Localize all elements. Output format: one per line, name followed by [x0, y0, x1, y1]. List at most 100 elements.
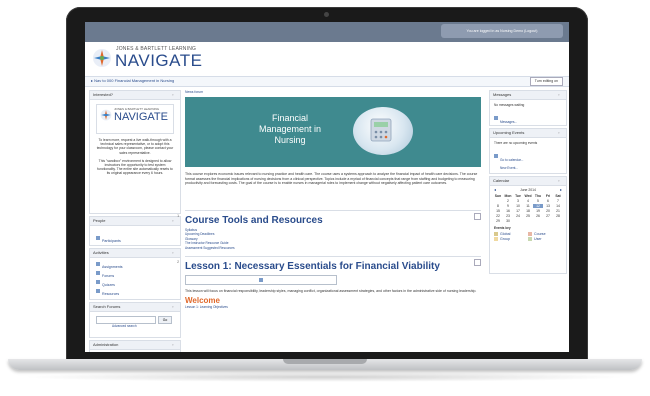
- collapse-icon[interactable]: ▫: [172, 92, 177, 97]
- search-forums-title: Search Forums: [93, 304, 121, 309]
- news-forum-link[interactable]: News forum: [185, 90, 203, 94]
- calendar-day[interactable]: 30: [503, 219, 513, 223]
- calendar-day[interactable]: 4: [523, 199, 533, 203]
- calendar-day[interactable]: 8: [493, 204, 503, 208]
- quiz-icon: [96, 279, 100, 284]
- calendar-dates: 2 3 4 5 6 7 8 9 10 11 12 13 14 15 16 17 18 19 20 21 22 23 24 25…: [490, 198, 566, 223]
- section-title: Lesson 1: Necessary Essentials for Finan…: [185, 261, 440, 272]
- key-label: Course: [534, 231, 546, 236]
- turn-editing-on-button[interactable]: Turn editing on: [529, 77, 563, 86]
- search-forums-input[interactable]: [96, 316, 156, 324]
- main-content: News forum Financial Management in Nursi…: [177, 90, 483, 352]
- calendar-day[interactable]: 3: [513, 199, 523, 203]
- calendar-day[interactable]: 26: [533, 214, 543, 218]
- weekday-label: Thu: [534, 194, 542, 198]
- block-header: Messages ▫: [490, 91, 566, 100]
- messages-empty: No messages waiting: [494, 103, 525, 107]
- play-icon[interactable]: [259, 278, 263, 282]
- collapse-icon[interactable]: ▫: [172, 218, 177, 223]
- calendar-day[interactable]: 6: [543, 199, 553, 203]
- block-header: People ▫: [90, 217, 180, 226]
- block-header: Calendar ▫: [490, 177, 566, 186]
- next-month-icon[interactable]: ▸: [560, 187, 562, 192]
- calendar-day[interactable]: 7: [553, 199, 563, 203]
- events-key-title: Events key: [494, 226, 511, 230]
- weekday-label: Mon: [504, 194, 512, 198]
- calendar-day[interactable]: 22: [493, 214, 503, 218]
- participants-label: Participants: [102, 239, 121, 243]
- activity-label: Forums: [102, 274, 115, 278]
- messages-link[interactable]: Messages...: [490, 108, 566, 130]
- collapse-icon[interactable]: ▫: [558, 130, 563, 135]
- learning-objectives-link[interactable]: Lesson 1: Learning Objectives: [185, 305, 481, 309]
- collapse-icon[interactable]: ▫: [558, 92, 563, 97]
- calendar-day[interactable]: 24: [513, 214, 523, 218]
- forum-icon: [96, 270, 100, 275]
- calendar-day[interactable]: 11: [523, 204, 533, 208]
- collapse-icon[interactable]: ▫: [172, 342, 177, 347]
- calendar-day[interactable]: 15: [493, 209, 503, 213]
- calendar-day[interactable]: 13: [543, 204, 553, 208]
- navigate-logo-icon: [93, 49, 111, 67]
- calendar-day: [523, 219, 533, 223]
- navigation-bar: ▸ Nav to 000 Financial Management in Nur…: [85, 76, 569, 87]
- calendar-day[interactable]: 29: [493, 219, 503, 223]
- calendar-day[interactable]: 9: [503, 204, 513, 208]
- activity-forums[interactable]: Forums: [96, 270, 174, 279]
- participants-link[interactable]: Participants: [90, 226, 180, 250]
- calendar-nav: ◂ June 2014 ▸: [490, 186, 566, 194]
- calendar-day[interactable]: 5: [533, 199, 543, 203]
- activity-resources[interactable]: Resources: [96, 288, 174, 297]
- banner-photo: [353, 107, 413, 155]
- calendar-day[interactable]: 17: [513, 209, 523, 213]
- calendar-day[interactable]: 16: [503, 209, 513, 213]
- go-to-calendar-link[interactable]: Go to calendar...: [490, 146, 566, 166]
- calendar-day: [553, 219, 563, 223]
- calendar-day[interactable]: 12: [533, 204, 543, 208]
- calendar-day[interactable]: 27: [543, 214, 553, 218]
- assessment-resources-link[interactable]: Assessment Suggested Resources: [185, 246, 481, 250]
- key-course[interactable]: Course: [528, 232, 562, 236]
- calendar-day[interactable]: 28: [553, 214, 563, 218]
- events-empty: There are no upcoming events: [494, 141, 538, 145]
- messages-block: Messages ▫ No messages waiting Messages..…: [489, 90, 567, 126]
- activity-assignments[interactable]: Assignments: [96, 261, 174, 270]
- calendar-day[interactable]: 20: [543, 209, 553, 213]
- new-event-link[interactable]: New Event...: [490, 166, 566, 170]
- key-label: Global: [500, 231, 511, 236]
- calendar-day[interactable]: 21: [553, 209, 563, 213]
- section-number: 1: [177, 213, 180, 218]
- block-header: Activities ▫: [90, 249, 180, 258]
- key-user[interactable]: User: [528, 237, 562, 241]
- brand-title: NAVIGATE: [115, 51, 203, 70]
- calendar-day[interactable]: 2: [503, 199, 513, 203]
- search-go-button[interactable]: Go: [158, 316, 172, 324]
- collapse-icon[interactable]: ▫: [558, 178, 563, 183]
- banner-title: Financial Management in Nursing: [258, 113, 322, 145]
- calendar-day[interactable]: 25: [523, 214, 533, 218]
- video-player[interactable]: [185, 275, 337, 285]
- collapse-icon[interactable]: ▫: [172, 250, 177, 255]
- section-1: 1 Course Tools and Resources Syllabus Up…: [177, 210, 481, 253]
- calendar-day[interactable]: 18: [523, 209, 533, 213]
- calendar-day[interactable]: 23: [503, 214, 513, 218]
- login-info[interactable]: You are logged in as Nursing Demo (Logou…: [441, 24, 563, 38]
- breadcrumb[interactable]: ▸ Nav to 000 Financial Management in Nur…: [91, 78, 174, 83]
- calendar-day[interactable]: 10: [513, 204, 523, 208]
- collapse-icon[interactable]: ▫: [172, 304, 177, 309]
- people-block: People ▫ Participants: [89, 216, 181, 246]
- key-group[interactable]: Group: [494, 237, 528, 241]
- calendar-day[interactable]: 14: [553, 204, 563, 208]
- section-toggle-icon[interactable]: [474, 213, 481, 220]
- key-global[interactable]: Global: [494, 232, 528, 236]
- calendar-day[interactable]: 19: [533, 209, 543, 213]
- interested-title: Interested?: [93, 92, 114, 97]
- block-header: Search Forums ▫: [90, 303, 180, 312]
- calendar-day: [543, 219, 553, 223]
- calendar-icon: [494, 154, 498, 159]
- administration-block: Administration ▫: [89, 340, 181, 352]
- section-toggle-icon[interactable]: [474, 259, 481, 266]
- advanced-search-link[interactable]: Advanced search: [112, 324, 137, 328]
- activity-quizzes[interactable]: Quizzes: [96, 279, 174, 288]
- search-forums-block: Search Forums ▫ Go Advanced search: [89, 302, 181, 338]
